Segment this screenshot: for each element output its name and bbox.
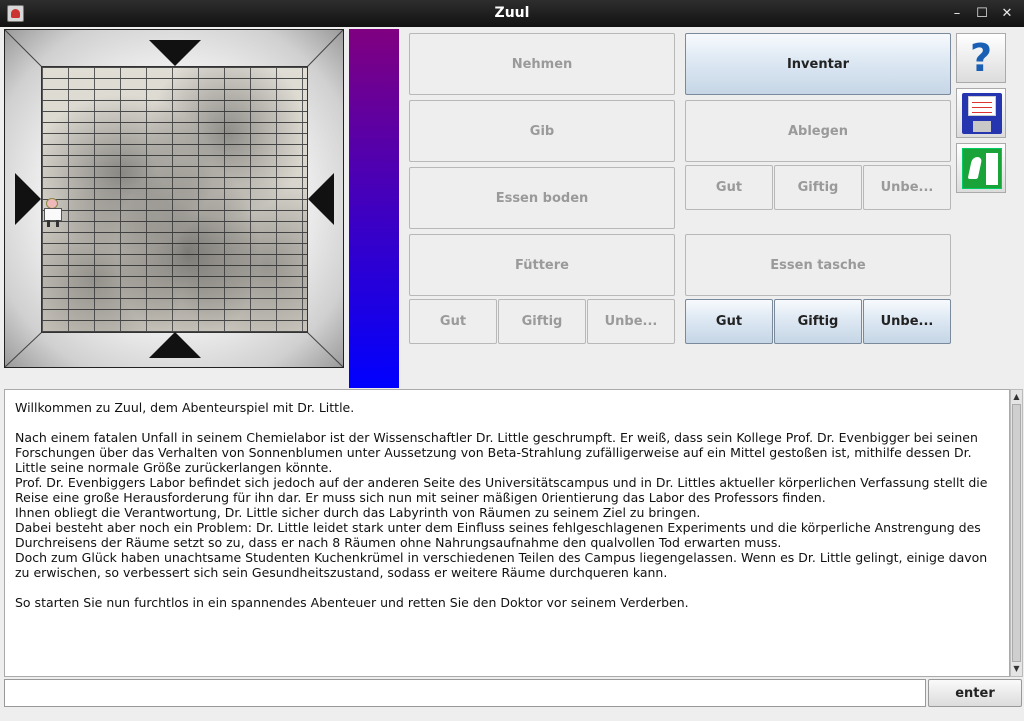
enter-button[interactable]: enter <box>928 679 1022 707</box>
give-button[interactable]: Gib <box>409 100 675 162</box>
output-line <box>15 580 999 595</box>
output-line: Forschungen über das Verhalten von Sonne… <box>15 445 972 460</box>
minimize-icon[interactable]: – <box>948 5 966 23</box>
maximize-icon[interactable]: ☐ <box>973 5 991 23</box>
output-line: So starten Sie nun furchtlos in ein span… <box>15 595 689 610</box>
exit-button[interactable] <box>956 143 1006 193</box>
eat-bag-button[interactable]: Essen tasche <box>685 234 951 296</box>
room-map <box>4 29 344 368</box>
help-button[interactable]: ? <box>956 33 1006 83</box>
output-line: Durchreisens der Räume setzt so zu, dass… <box>15 535 782 550</box>
output-line <box>15 415 999 430</box>
command-input[interactable] <box>4 679 926 707</box>
drop-button[interactable]: Ablegen <box>685 100 951 162</box>
feed-button[interactable]: Füttere <box>409 234 675 296</box>
eat-bag-unknown-button[interactable]: Unbe... <box>863 299 951 344</box>
eat-bag-good-button[interactable]: Gut <box>685 299 773 344</box>
drop-good-button[interactable]: Gut <box>685 165 773 210</box>
exit-west-arrow-icon[interactable] <box>15 173 41 225</box>
scroll-up-icon[interactable]: ▲ <box>1011 391 1022 403</box>
room-floor <box>41 66 308 333</box>
save-icon <box>962 93 1002 134</box>
exit-east-arrow-icon[interactable] <box>308 173 334 225</box>
feed-poisonous-button[interactable]: Giftig <box>498 299 586 344</box>
game-window: Zuul – ☐ ✕ Nehmen Inventar Gib Ablegen G… <box>0 0 1024 721</box>
output-line: Little seine normale Größe zurückerlange… <box>15 460 333 475</box>
output-scrollbar[interactable]: ▲ ▼ <box>1010 389 1023 677</box>
save-button[interactable] <box>956 88 1006 138</box>
inventory-button[interactable]: Inventar <box>685 33 951 95</box>
eat-floor-button[interactable]: Essen boden <box>409 167 675 229</box>
game-output-text[interactable]: Willkommen zu Zuul, dem Abenteurspiel mi… <box>4 389 1010 677</box>
output-line: Willkommen zu Zuul, dem Abenteurspiel mi… <box>15 400 355 415</box>
drop-unknown-button[interactable]: Unbe... <box>863 165 951 210</box>
output-line: Reise eine große Herausforderung für ihn… <box>15 490 826 505</box>
scroll-down-icon[interactable]: ▼ <box>1011 663 1022 675</box>
health-bar <box>349 29 399 388</box>
feed-good-button[interactable]: Gut <box>409 299 497 344</box>
output-line: Prof. Dr. Evenbiggers Labor befindet sic… <box>15 475 988 490</box>
title-bar: Zuul – ☐ ✕ <box>0 0 1024 27</box>
take-button[interactable]: Nehmen <box>409 33 675 95</box>
feed-unknown-button[interactable]: Unbe... <box>587 299 675 344</box>
output-line: Nach einem fatalen Unfall in seinem Chem… <box>15 430 978 445</box>
output-line: Ihnen obliegt die Verantwortung, Dr. Lit… <box>15 505 701 520</box>
eat-bag-poisonous-button[interactable]: Giftig <box>774 299 862 344</box>
output-line: Doch zum Glück haben unachtsame Studente… <box>15 550 988 565</box>
drop-poisonous-button[interactable]: Giftig <box>774 165 862 210</box>
help-icon: ? <box>969 36 993 80</box>
output-line: zu erwischen, so verbessert sich sein Ge… <box>15 565 668 580</box>
exit-north-arrow-icon[interactable] <box>149 40 201 66</box>
exit-icon <box>962 148 1002 189</box>
close-icon[interactable]: ✕ <box>998 5 1016 23</box>
window-title: Zuul <box>494 5 530 21</box>
output-line: Dabei besteht aber noch ein Problem: Dr.… <box>15 520 981 535</box>
exit-south-arrow-icon[interactable] <box>149 332 201 358</box>
player-character-icon <box>42 198 64 228</box>
scroll-thumb[interactable] <box>1012 404 1021 662</box>
